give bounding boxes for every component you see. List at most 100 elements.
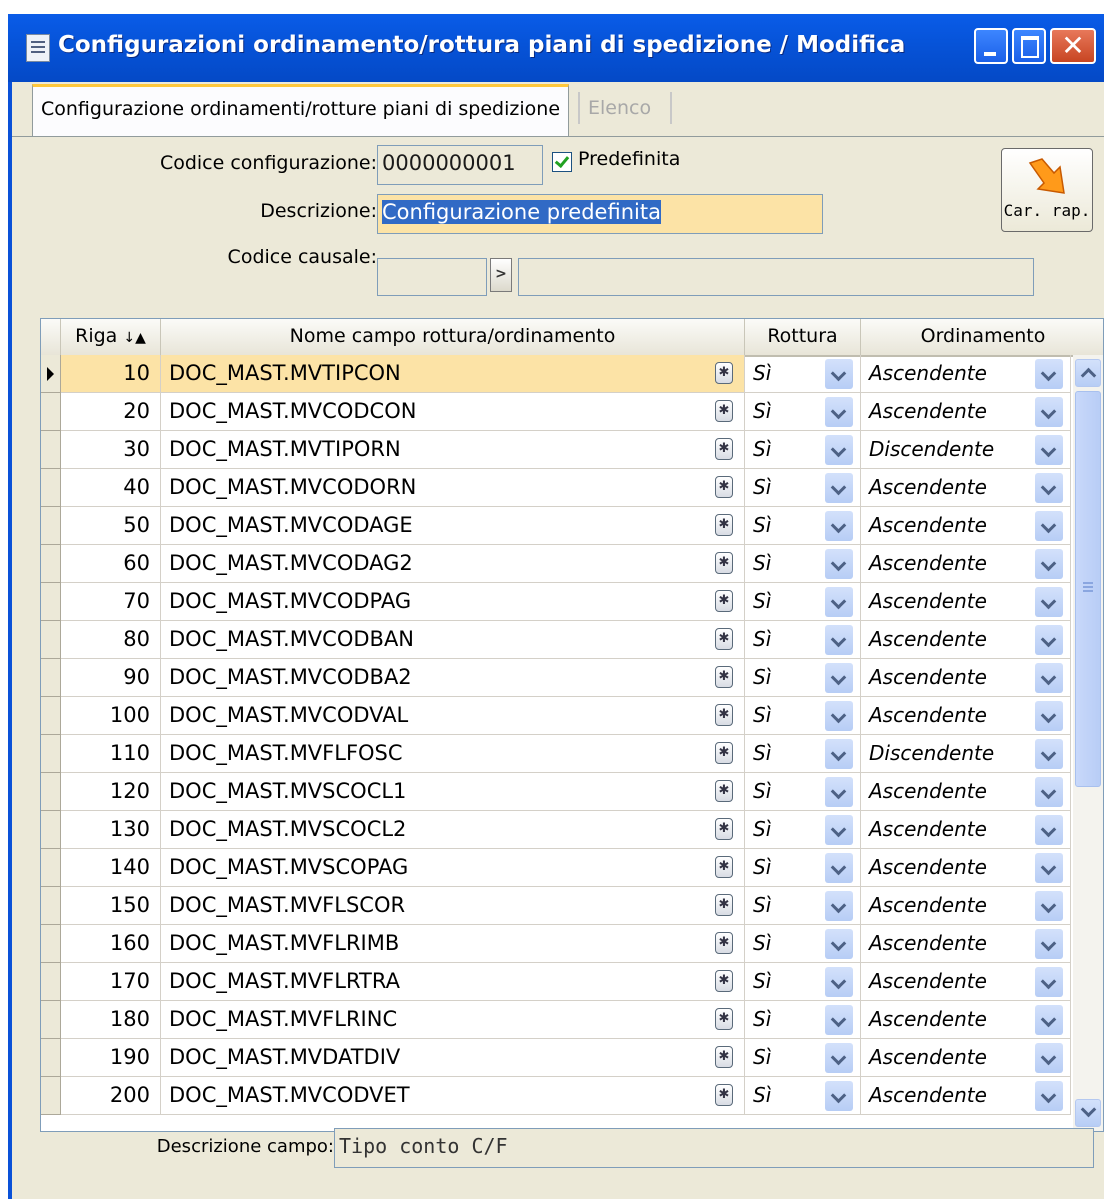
cell-riga[interactable]: 90: [61, 659, 161, 697]
cell-ordinamento-combo[interactable]: Ascendente: [861, 469, 1071, 507]
zoom-icon[interactable]: ✱: [715, 628, 733, 650]
zoom-icon[interactable]: ✱: [715, 1084, 733, 1106]
row-selector[interactable]: [41, 925, 61, 963]
chevron-down-icon[interactable]: [1035, 853, 1063, 883]
chevron-down-icon[interactable]: [825, 1043, 853, 1073]
table-row[interactable]: 190 DOC_MAST.MVDATDIV ✱ Sì Ascendente: [41, 1039, 1071, 1077]
zoom-icon[interactable]: ✱: [715, 590, 733, 612]
chevron-down-icon[interactable]: [825, 1081, 853, 1111]
cell-rottura-combo[interactable]: Sì: [745, 659, 861, 697]
table-row[interactable]: 90 DOC_MAST.MVCODBA2 ✱ Sì Ascendente: [41, 659, 1071, 697]
zoom-icon[interactable]: ✱: [715, 780, 733, 802]
table-row[interactable]: 70 DOC_MAST.MVCODPAG ✱ Sì Ascendente: [41, 583, 1071, 621]
cell-rottura-combo[interactable]: Sì: [745, 1001, 861, 1039]
cell-nome-campo[interactable]: DOC_MAST.MVTIPCON ✱: [161, 355, 745, 393]
table-row[interactable]: 30 DOC_MAST.MVTIPORN ✱ Sì Discendente: [41, 431, 1071, 469]
cell-ordinamento-combo[interactable]: Ascendente: [861, 773, 1071, 811]
cell-riga[interactable]: 140: [61, 849, 161, 887]
cell-nome-campo[interactable]: DOC_MAST.MVFLFOSC ✱: [161, 735, 745, 773]
cell-nome-campo[interactable]: DOC_MAST.MVFLRTRA ✱: [161, 963, 745, 1001]
cell-riga[interactable]: 100: [61, 697, 161, 735]
table-row[interactable]: 160 DOC_MAST.MVFLRIMB ✱ Sì Ascendente: [41, 925, 1071, 963]
row-selector[interactable]: [41, 735, 61, 773]
cell-ordinamento-combo[interactable]: Ascendente: [861, 887, 1071, 925]
cell-rottura-combo[interactable]: Sì: [745, 811, 861, 849]
cell-nome-campo[interactable]: DOC_MAST.MVCODAGE ✱: [161, 507, 745, 545]
cell-nome-campo[interactable]: DOC_MAST.MVFLSCOR ✱: [161, 887, 745, 925]
minimize-button[interactable]: [974, 28, 1008, 64]
cell-rottura-combo[interactable]: Sì: [745, 925, 861, 963]
header-nome-campo[interactable]: Nome campo rottura/ordinamento: [161, 319, 745, 355]
cell-riga[interactable]: 40: [61, 469, 161, 507]
zoom-icon[interactable]: ✱: [715, 856, 733, 878]
chevron-down-icon[interactable]: [1035, 587, 1063, 617]
row-selector[interactable]: [41, 849, 61, 887]
header-rottura[interactable]: Rottura: [745, 319, 861, 355]
cell-ordinamento-combo[interactable]: Ascendente: [861, 355, 1071, 393]
row-selector[interactable]: [41, 773, 61, 811]
table-row[interactable]: 40 DOC_MAST.MVCODORN ✱ Sì Ascendente: [41, 469, 1071, 507]
chevron-down-icon[interactable]: [1035, 663, 1063, 693]
causale-zoom-button[interactable]: >: [490, 258, 512, 292]
zoom-icon[interactable]: ✱: [715, 1008, 733, 1030]
cell-riga[interactable]: 190: [61, 1039, 161, 1077]
table-row[interactable]: 60 DOC_MAST.MVCODAG2 ✱ Sì Ascendente: [41, 545, 1071, 583]
cell-nome-campo[interactable]: DOC_MAST.MVSCOCL2 ✱: [161, 811, 745, 849]
cell-nome-campo[interactable]: DOC_MAST.MVSCOCL1 ✱: [161, 773, 745, 811]
chevron-down-icon[interactable]: [1035, 815, 1063, 845]
cell-rottura-combo[interactable]: Sì: [745, 697, 861, 735]
row-selector[interactable]: [41, 1001, 61, 1039]
scroll-thumb[interactable]: [1075, 391, 1101, 787]
grid-vertical-scrollbar[interactable]: [1073, 355, 1103, 1131]
cell-rottura-combo[interactable]: Sì: [745, 887, 861, 925]
zoom-icon[interactable]: ✱: [715, 894, 733, 916]
row-selector[interactable]: [41, 811, 61, 849]
cell-ordinamento-combo[interactable]: Ascendente: [861, 507, 1071, 545]
chevron-down-icon[interactable]: [1035, 435, 1063, 465]
close-button[interactable]: ✕: [1050, 28, 1096, 64]
cell-ordinamento-combo[interactable]: Discendente: [861, 431, 1071, 469]
chevron-down-icon[interactable]: [825, 929, 853, 959]
descrizione-field[interactable]: Configurazione predefinita: [377, 194, 823, 234]
cell-riga[interactable]: 10: [61, 355, 161, 393]
chevron-down-icon[interactable]: [1035, 549, 1063, 579]
cell-ordinamento-combo[interactable]: Ascendente: [861, 583, 1071, 621]
zoom-icon[interactable]: ✱: [715, 400, 733, 422]
row-selector[interactable]: [41, 469, 61, 507]
cell-ordinamento-combo[interactable]: Ascendente: [861, 849, 1071, 887]
chevron-down-icon[interactable]: [825, 625, 853, 655]
cell-nome-campo[interactable]: DOC_MAST.MVCODCON ✱: [161, 393, 745, 431]
chevron-down-icon[interactable]: [1035, 397, 1063, 427]
cell-nome-campo[interactable]: DOC_MAST.MVCODBA2 ✱: [161, 659, 745, 697]
chevron-down-icon[interactable]: [825, 511, 853, 541]
zoom-icon[interactable]: ✱: [715, 932, 733, 954]
zoom-icon[interactable]: ✱: [715, 818, 733, 840]
row-selector[interactable]: [41, 583, 61, 621]
chevron-down-icon[interactable]: [1035, 891, 1063, 921]
chevron-down-icon[interactable]: [1035, 359, 1063, 389]
cell-rottura-combo[interactable]: Sì: [745, 393, 861, 431]
cell-riga[interactable]: 110: [61, 735, 161, 773]
chevron-down-icon[interactable]: [1035, 739, 1063, 769]
cell-rottura-combo[interactable]: Sì: [745, 507, 861, 545]
cell-rottura-combo[interactable]: Sì: [745, 773, 861, 811]
chevron-down-icon[interactable]: [825, 549, 853, 579]
cell-rottura-combo[interactable]: Sì: [745, 849, 861, 887]
cell-riga[interactable]: 60: [61, 545, 161, 583]
maximize-button[interactable]: [1012, 28, 1046, 64]
tab-elenco[interactable]: Elenco: [588, 92, 651, 124]
row-selector[interactable]: [41, 1039, 61, 1077]
chevron-down-icon[interactable]: [825, 739, 853, 769]
row-selector[interactable]: [41, 621, 61, 659]
cell-ordinamento-combo[interactable]: Ascendente: [861, 811, 1071, 849]
zoom-icon[interactable]: ✱: [715, 362, 733, 384]
table-row[interactable]: 20 DOC_MAST.MVCODCON ✱ Sì Ascendente: [41, 393, 1071, 431]
chevron-down-icon[interactable]: [825, 663, 853, 693]
zoom-icon[interactable]: ✱: [715, 476, 733, 498]
row-selector[interactable]: [41, 659, 61, 697]
row-selector[interactable]: [41, 1077, 61, 1115]
table-row[interactable]: 100 DOC_MAST.MVCODVAL ✱ Sì Ascendente: [41, 697, 1071, 735]
chevron-down-icon[interactable]: [1035, 967, 1063, 997]
cell-nome-campo[interactable]: DOC_MAST.MVCODVAL ✱: [161, 697, 745, 735]
table-row[interactable]: 180 DOC_MAST.MVFLRINC ✱ Sì Ascendente: [41, 1001, 1071, 1039]
